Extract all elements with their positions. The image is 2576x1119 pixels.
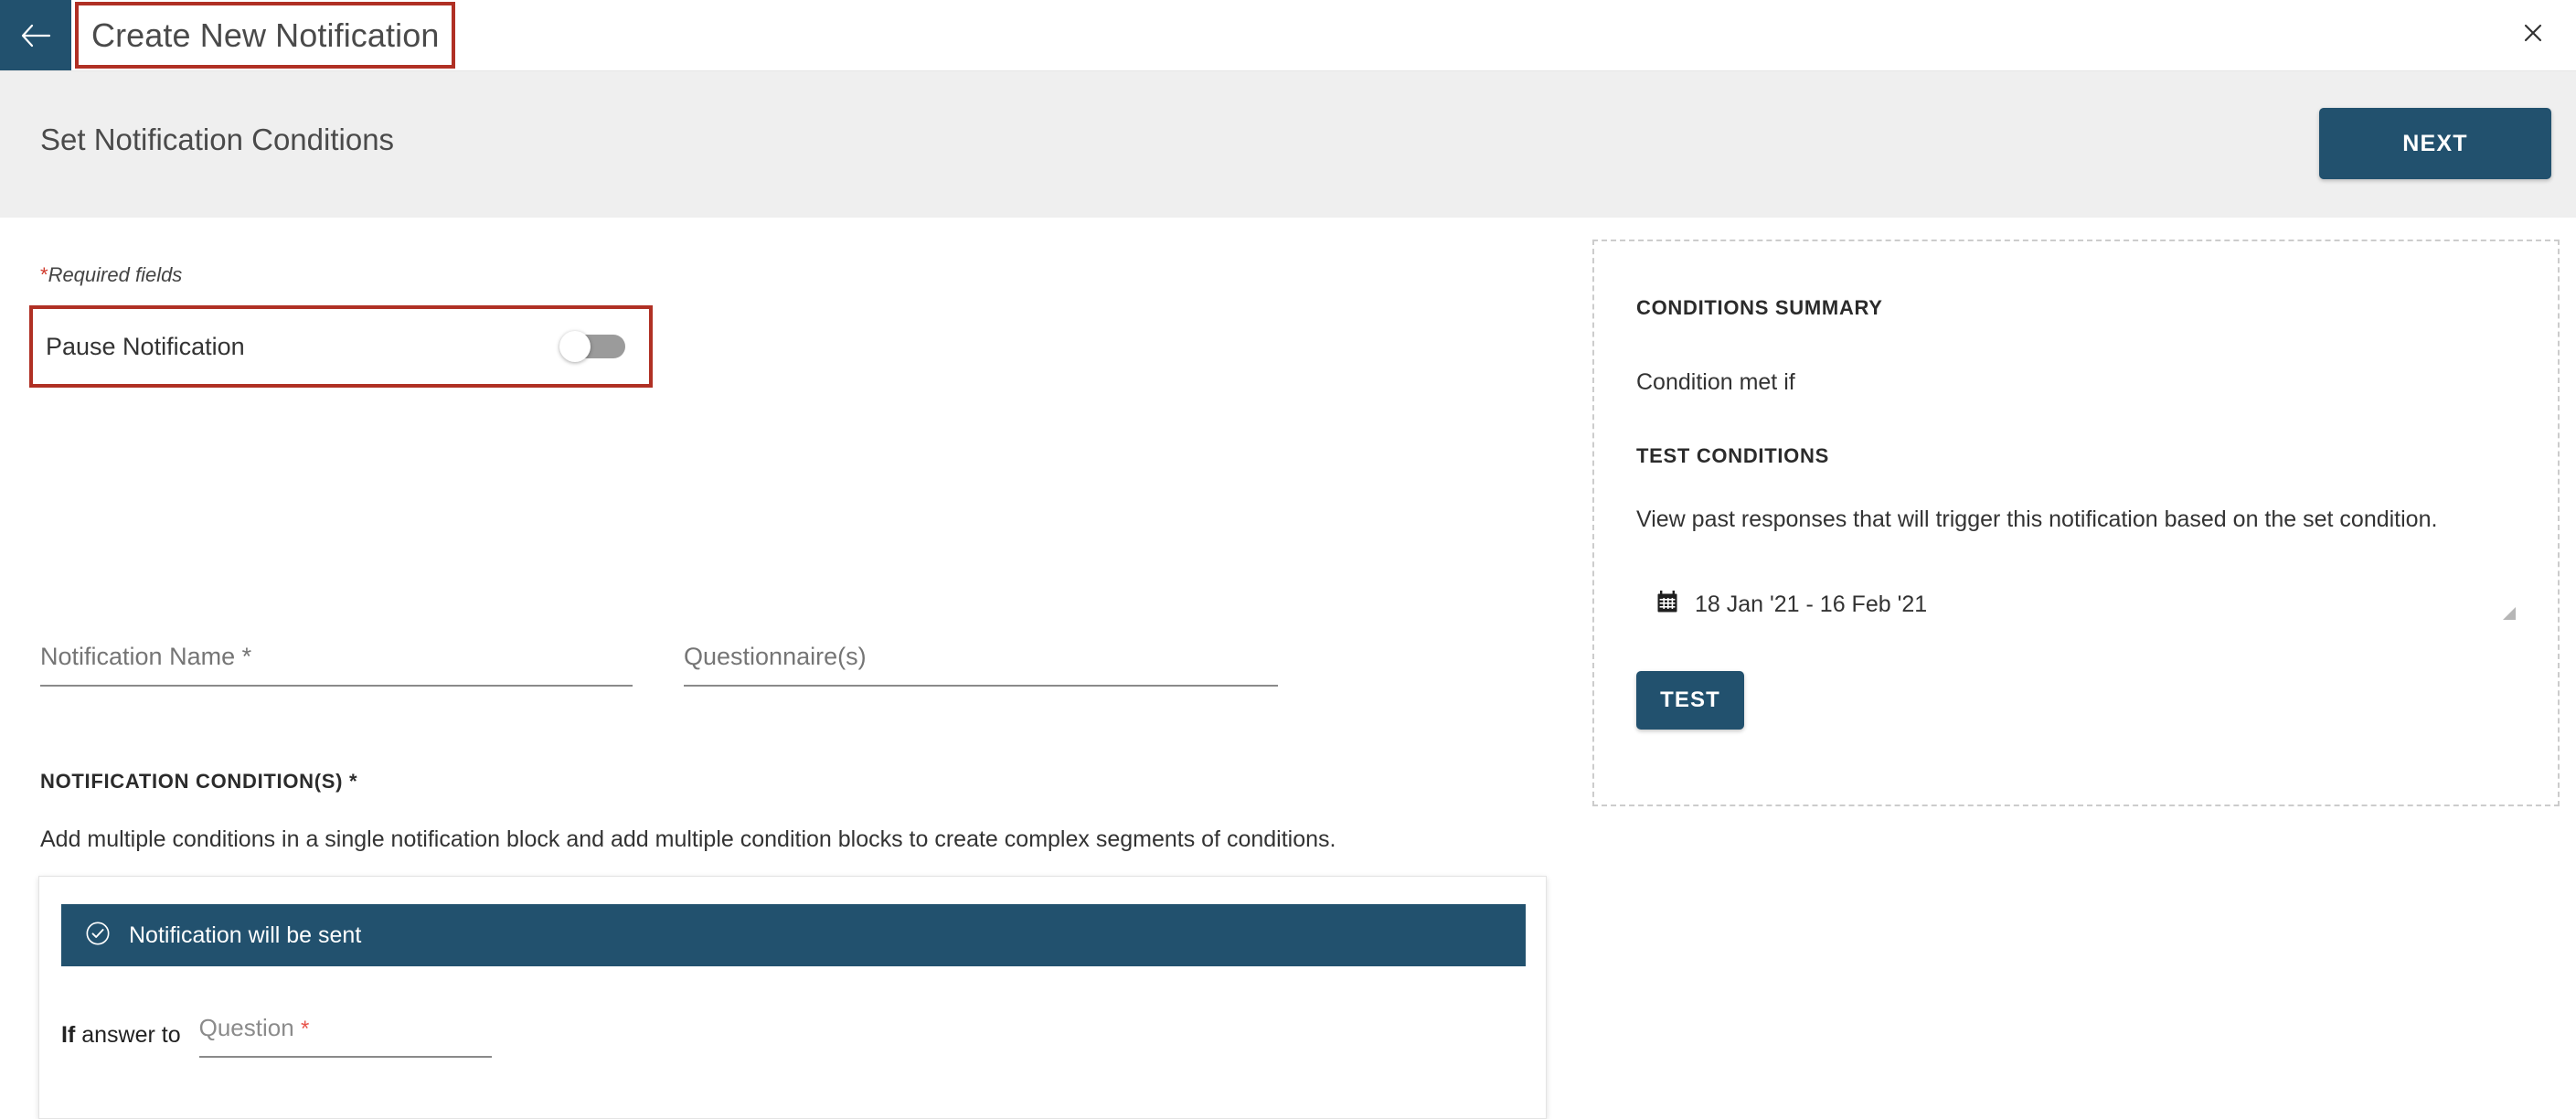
required-asterisk: * bbox=[40, 263, 48, 286]
resize-handle-icon[interactable] bbox=[2503, 607, 2516, 620]
notification-name-field[interactable]: Notification Name * bbox=[40, 643, 633, 687]
question-label: Question * bbox=[198, 1014, 310, 1041]
required-fields-note: *Required fields bbox=[40, 263, 182, 287]
page-title: Create New Notification bbox=[91, 16, 440, 54]
top-bar: Create New Notification bbox=[0, 0, 2576, 71]
close-icon bbox=[2522, 22, 2544, 49]
test-button[interactable]: TEST bbox=[1636, 671, 1744, 730]
condition-banner-text: Notification will be sent bbox=[129, 922, 362, 948]
next-button[interactable]: NEXT bbox=[2319, 108, 2551, 179]
pause-notification-label: Pause Notification bbox=[46, 332, 245, 360]
toggle-knob bbox=[559, 331, 591, 362]
condition-banner: Notification will be sent bbox=[61, 904, 1526, 966]
notification-conditions-label: NOTIFICATION CONDITION(S) * bbox=[40, 770, 358, 793]
conditions-summary-panel: CONDITIONS SUMMARY Condition met if TEST… bbox=[1592, 240, 2560, 806]
pause-notification-row[interactable]: Pause Notification bbox=[29, 305, 653, 388]
check-circle-icon bbox=[85, 921, 111, 951]
if-answer-to-label: If answer to bbox=[61, 1022, 181, 1048]
conditions-summary-title: CONDITIONS SUMMARY bbox=[1636, 296, 1883, 319]
test-conditions-description: View past responses that will trigger th… bbox=[1636, 506, 2438, 532]
form-column: *Required fields Pause Notification Noti… bbox=[0, 218, 1591, 1119]
condition-met-text: Condition met if bbox=[1636, 369, 1795, 395]
questionnaires-label: Questionnaire(s) bbox=[684, 643, 867, 670]
sub-header: Set Notification Conditions NEXT bbox=[0, 71, 2576, 218]
calendar-icon bbox=[1656, 591, 1678, 618]
notification-conditions-description: Add multiple conditions in a single noti… bbox=[40, 826, 1336, 852]
close-button[interactable] bbox=[2517, 20, 2549, 51]
question-select-field[interactable]: Question * bbox=[198, 1014, 492, 1058]
date-range-picker[interactable]: 18 Jan '21 - 16 Feb '21 bbox=[1656, 591, 1927, 618]
arrow-left-icon bbox=[20, 24, 51, 48]
date-range-text: 18 Jan '21 - 16 Feb '21 bbox=[1695, 591, 1928, 617]
pause-notification-toggle[interactable] bbox=[559, 331, 625, 362]
required-fields-label: Required fields bbox=[48, 263, 183, 286]
questionnaires-field[interactable]: Questionnaire(s) bbox=[684, 643, 1278, 687]
section-heading: Set Notification Conditions bbox=[40, 123, 395, 156]
condition-question-row: If answer to Question * bbox=[61, 1014, 492, 1058]
back-button[interactable] bbox=[0, 0, 71, 70]
notification-name-label: Notification Name * bbox=[40, 643, 252, 670]
page-title-highlight: Create New Notification bbox=[75, 2, 456, 69]
condition-block-card: Notification will be sent If answer to Q… bbox=[38, 876, 1547, 1119]
test-conditions-title: TEST CONDITIONS bbox=[1636, 444, 1829, 467]
main-content: *Required fields Pause Notification Noti… bbox=[0, 218, 2576, 1119]
